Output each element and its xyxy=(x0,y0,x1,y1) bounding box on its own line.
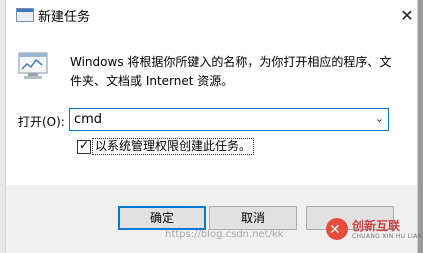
window-app-icon xyxy=(16,8,34,22)
logo-title: 创新互联 xyxy=(352,219,401,233)
logo-subtitle: CHUANG XIN HU LIAN xyxy=(352,233,423,240)
dialog-title: 新建任务 xyxy=(38,10,91,25)
admin-privileges-checkbox[interactable]: ✓ xyxy=(77,138,91,154)
checkmark-icon: ✓ xyxy=(79,138,90,152)
dialog-description: Windows 将根据你所键入的名称，为你打开相应的程序、文件夹、文档或 Int… xyxy=(70,55,392,88)
title-bar: 新建任务 ✕ xyxy=(6,0,417,31)
open-input-value[interactable]: cmd xyxy=(74,112,102,127)
cancel-button[interactable]: 取消 xyxy=(209,206,297,230)
close-button[interactable]: ✕ xyxy=(391,0,423,31)
chevron-down-icon[interactable]: ⌄ xyxy=(375,112,384,125)
open-field-label: 打开(O): xyxy=(18,115,65,129)
ok-button[interactable]: 确定 xyxy=(118,206,206,230)
admin-privileges-label[interactable]: 以系统管理权限创建此任务。 xyxy=(92,138,255,155)
watermark-logo: ✕ 创新互联 CHUANG XIN HU LIAN xyxy=(326,216,423,246)
run-dialog-icon xyxy=(18,52,48,79)
watermark-url: https://blog.csdn.net/kk xyxy=(165,229,284,240)
open-combobox[interactable]: cmd ⌄ xyxy=(69,108,389,131)
logo-mark-icon: ✕ xyxy=(326,218,348,240)
